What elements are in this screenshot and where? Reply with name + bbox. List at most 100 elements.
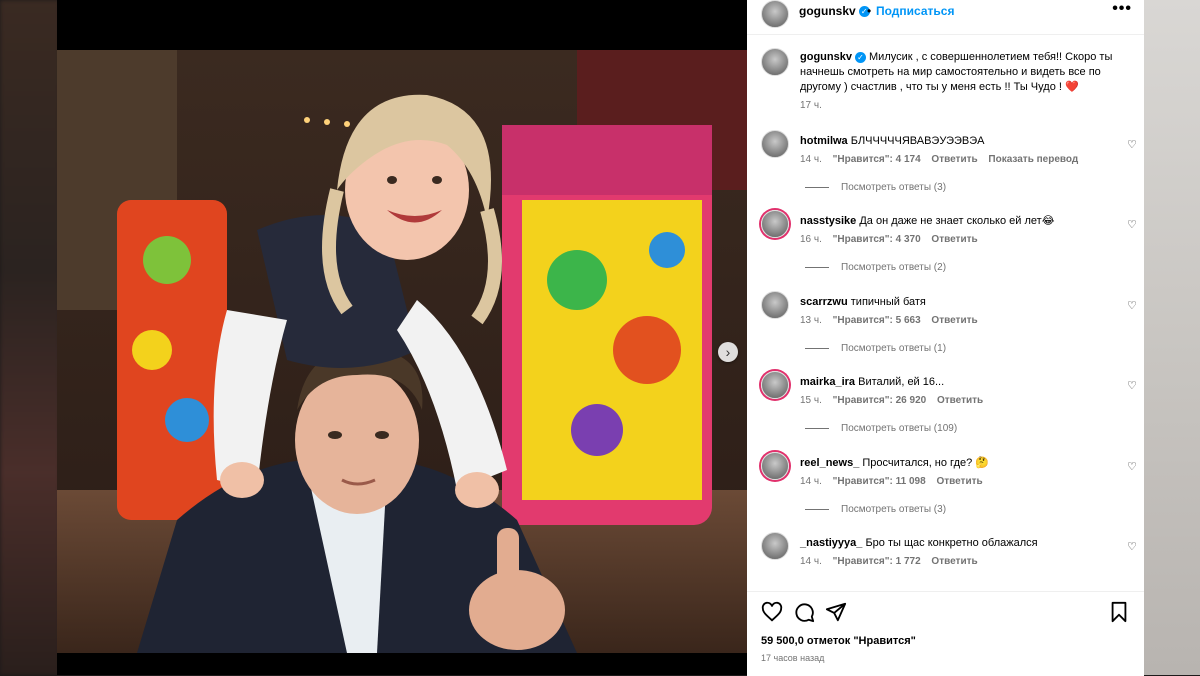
replies-divider [805, 508, 829, 510]
comment-time[interactable]: 16 ч. [800, 234, 822, 245]
header-separator: • [867, 4, 872, 18]
comment-text: reel_news_ Просчитался, но где? 🤔 [800, 456, 1110, 470]
comment-like-count[interactable]: "Нравится": 26 920 [833, 395, 927, 406]
chevron-right-icon: › [725, 344, 731, 360]
post-timestamp[interactable]: 17 часов назад [761, 653, 824, 663]
view-replies-button[interactable]: Посмотреть ответы (3) [805, 504, 946, 515]
post-side-panel: gogunskv ✓ • Подписаться ••• gogunskv ✓ Ми… [747, 0, 1144, 676]
heart-icon[interactable]: ♡ [1127, 218, 1137, 231]
comment-text: mairka_ira Виталий, ей 16... [800, 375, 1110, 389]
commenter-username[interactable]: scarrzwu [800, 296, 848, 308]
heart-icon[interactable] [761, 601, 783, 623]
author-username[interactable]: gogunskv ✓ [799, 4, 870, 18]
more-options-button[interactable]: ••• [1112, 0, 1132, 18]
caption-text: gogunskv ✓ Милусик , с совершеннолетием т… [800, 50, 1120, 95]
comment-like-count[interactable]: "Нравится": 4 174 [833, 154, 921, 165]
comment-time[interactable]: 13 ч. [800, 315, 822, 326]
comment-body: типичный батя [850, 296, 926, 308]
blurred-backdrop-right [1144, 0, 1200, 675]
caption-username[interactable]: gogunskv [800, 51, 852, 63]
bookmark-icon[interactable] [1108, 601, 1130, 623]
heart-icon[interactable]: ♡ [1127, 299, 1137, 312]
heart-icon[interactable]: ♡ [1127, 138, 1137, 151]
view-replies-button[interactable]: Посмотреть ответы (1) [805, 343, 946, 354]
view-replies-label[interactable]: Посмотреть ответы (109) [841, 423, 957, 434]
comment-body: Бро ты щас конкретно облажался [865, 537, 1038, 549]
comments-list[interactable]: gogunskv ✓ Милусик , с совершеннолетием т… [747, 38, 1144, 591]
reply-button[interactable]: Ответить [931, 556, 977, 567]
commenter-username[interactable]: _nastiyyya_ [800, 537, 862, 549]
comment-meta: 14 ч. "Нравится": 4 174 Ответить Показат… [800, 154, 1086, 165]
view-replies-label[interactable]: Посмотреть ответы (3) [841, 182, 946, 193]
heart-icon[interactable]: ♡ [1127, 540, 1137, 553]
replies-divider [805, 266, 829, 268]
comment-item: nasstysike Да он даже не знает сколько е… [761, 210, 1141, 280]
comment-meta: 14 ч. "Нравится": 11 098 Ответить [800, 476, 991, 487]
comment-text: nasstysike Да он даже не знает сколько е… [800, 214, 1110, 228]
blurred-backdrop-left [0, 0, 60, 675]
comment-body: Виталий, ей 16... [858, 376, 945, 388]
comment-like-count[interactable]: "Нравится": 4 370 [833, 234, 921, 245]
commenter-username[interactable]: nasstysike [800, 215, 856, 227]
view-replies-label[interactable]: Посмотреть ответы (3) [841, 504, 946, 515]
view-replies-button[interactable]: Посмотреть ответы (109) [805, 423, 957, 434]
comment-time[interactable]: 14 ч. [800, 476, 822, 487]
author-avatar[interactable] [761, 48, 789, 76]
comment-time[interactable]: 14 ч. [800, 154, 822, 165]
reply-button[interactable]: Ответить [931, 154, 977, 165]
heart-icon[interactable]: ♡ [1127, 379, 1137, 392]
reply-button[interactable]: Ответить [936, 476, 982, 487]
post-actions-footer: 59 500,0 отметок "Нравится" 17 часов наз… [747, 591, 1144, 676]
comment-icon[interactable] [793, 601, 815, 623]
comment-item: scarrzwu типичный батя 13 ч. "Нравится":… [761, 291, 1141, 361]
share-icon[interactable] [825, 601, 847, 623]
comment-like-count[interactable]: "Нравится": 11 098 [833, 476, 926, 487]
commenter-username[interactable]: hotmilwa [800, 135, 848, 147]
comment-item: _nastiyyya_ Бро ты щас конкретно облажал… [761, 532, 1141, 591]
comment-like-count[interactable]: "Нравится": 5 663 [833, 315, 921, 326]
comment-item: reel_news_ Просчитался, но где? 🤔 14 ч. … [761, 452, 1141, 522]
author-username-text[interactable]: gogunskv [799, 4, 856, 18]
author-avatar[interactable] [761, 0, 789, 28]
comment-item: hotmilwa БЛЧЧЧЧЧЯВАВЭУЭЭВЭА 14 ч. "Нрави… [761, 130, 1141, 200]
replies-divider [805, 186, 829, 188]
commenter-avatar[interactable] [761, 130, 789, 158]
commenter-avatar[interactable] [761, 291, 789, 319]
commenter-username[interactable]: reel_news_ [800, 457, 859, 469]
comment-body: Просчитался, но где? 🤔 [862, 457, 989, 469]
commenter-avatar[interactable] [761, 210, 789, 238]
follow-button[interactable]: Подписаться [876, 4, 954, 18]
view-replies-button[interactable]: Посмотреть ответы (3) [805, 182, 946, 193]
replies-divider [805, 347, 829, 349]
reply-button[interactable]: Ответить [937, 395, 983, 406]
comment-like-count[interactable]: "Нравится": 1 772 [833, 556, 921, 567]
verified-badge-icon: ✓ [854, 51, 866, 63]
commenter-avatar[interactable] [761, 371, 789, 399]
action-bar [761, 601, 847, 623]
comment-item: mairka_ira Виталий, ей 16... 15 ч. "Нрав… [761, 371, 1141, 441]
comment-meta: 16 ч. "Нравится": 4 370 Ответить [800, 234, 986, 245]
likes-count[interactable]: 59 500,0 отметок "Нравится" [761, 635, 916, 647]
post-photo-illustration [57, 50, 747, 653]
heart-icon[interactable]: ♡ [1127, 460, 1137, 473]
show-translation-button[interactable]: Показать перевод [988, 154, 1078, 165]
comment-time[interactable]: 14 ч. [800, 556, 822, 567]
post-photo[interactable] [57, 50, 747, 653]
comment-time[interactable]: 15 ч. [800, 395, 822, 406]
view-replies-button[interactable]: Посмотреть ответы (2) [805, 262, 946, 273]
view-replies-label[interactable]: Посмотреть ответы (2) [841, 262, 946, 273]
commenter-username[interactable]: mairka_ira [800, 376, 855, 388]
comment-body: Да он даже не знает сколько ей лет😂 [859, 215, 1055, 227]
comment-meta: 14 ч. "Нравится": 1 772 Ответить [800, 556, 986, 567]
comment-text: scarrzwu типичный батя [800, 295, 1110, 309]
reply-button[interactable]: Ответить [931, 234, 977, 245]
caption-timestamp[interactable]: 17 ч. [800, 100, 822, 111]
carousel-next-button[interactable]: › [718, 342, 738, 362]
commenter-avatar[interactable] [761, 452, 789, 480]
reply-button[interactable]: Ответить [931, 315, 977, 326]
commenter-avatar[interactable] [761, 532, 789, 560]
comment-body: БЛЧЧЧЧЧЯВАВЭУЭЭВЭА [850, 135, 985, 147]
view-replies-label[interactable]: Посмотреть ответы (1) [841, 343, 946, 354]
post-header: gogunskv ✓ • Подписаться ••• [747, 0, 1144, 35]
comment-meta: 13 ч. "Нравится": 5 663 Ответить [800, 315, 986, 326]
